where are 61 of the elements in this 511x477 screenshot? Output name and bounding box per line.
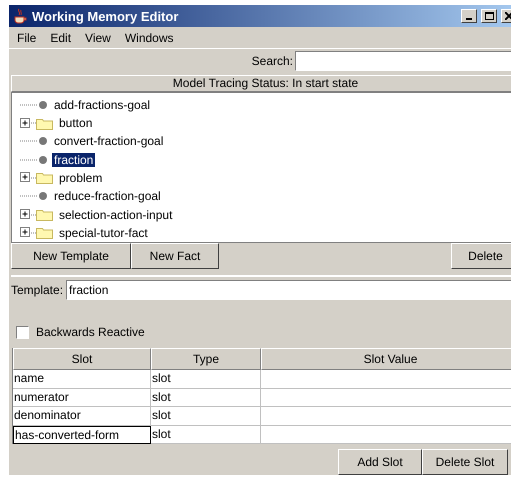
tree-line	[20, 104, 38, 106]
menu-item[interactable]: View	[79, 30, 117, 45]
tree-item[interactable]: reduce-fraction-goal	[52, 189, 163, 204]
new-fact-button[interactable]: New Fact	[131, 242, 219, 269]
folder-icon	[36, 171, 53, 184]
new-template-button[interactable]: New Template	[11, 242, 131, 269]
dot-icon	[38, 154, 48, 165]
tree-item[interactable]: button	[57, 116, 94, 130]
tree-item[interactable]: convert-fraction-goal	[52, 134, 166, 148]
table-cell: denominator	[13, 407, 151, 426]
template-field[interactable]: fraction	[66, 280, 511, 300]
cell-editor[interactable]: has-converted-form	[13, 426, 151, 444]
coffee-cup-icon	[12, 8, 28, 24]
folder-icon	[36, 226, 53, 240]
tree-item[interactable]: special-tutor-fact	[57, 226, 150, 240]
expand-icon[interactable]	[20, 118, 31, 129]
checkbox[interactable]	[16, 326, 29, 338]
table-cell: name	[13, 370, 151, 388]
expand-icon[interactable]	[20, 172, 31, 184]
column-header[interactable]: Type	[151, 348, 261, 370]
tree-item[interactable]: add-fractions-goal	[52, 98, 152, 112]
tree-line	[31, 232, 36, 234]
table-cell: numerator	[13, 388, 151, 407]
template-label: Template:	[11, 283, 64, 297]
column-header[interactable]: Slot Value	[261, 348, 511, 370]
maximize-icon	[484, 12, 494, 20]
minimize-button[interactable]	[461, 9, 477, 24]
folder-icon	[36, 208, 53, 222]
menu-item[interactable]: File	[11, 30, 42, 45]
status-header: Model Tracing Status: In start state	[11, 74, 511, 92]
close-icon	[505, 12, 511, 20]
dot-icon	[38, 136, 48, 146]
checkbox-label: Backwards Reactive	[36, 325, 145, 339]
table-cell: slot	[151, 370, 261, 388]
search-field[interactable]	[295, 51, 511, 72]
delete-button[interactable]: Delete	[451, 242, 511, 269]
dot-icon	[38, 191, 48, 202]
menu-item[interactable]: Windows	[118, 30, 180, 45]
tree-line	[31, 214, 36, 216]
table-cell: slot	[151, 388, 261, 407]
tree-line	[20, 158, 38, 161]
dot-icon	[38, 100, 48, 110]
maximize-button[interactable]	[481, 9, 497, 24]
tree-item[interactable]: selection-action-input	[57, 208, 174, 222]
tree-line	[20, 140, 38, 142]
tree-line	[31, 176, 36, 179]
table-cell: slot	[151, 407, 261, 426]
table-cell: slot	[151, 426, 261, 444]
menu-item[interactable]: Edit	[44, 30, 78, 45]
tree-item[interactable]: fraction	[52, 152, 96, 167]
expand-icon[interactable]	[20, 209, 31, 220]
tree-item[interactable]: problem	[57, 170, 104, 185]
column-header[interactable]: Slot	[13, 348, 151, 370]
tree-line	[31, 122, 36, 124]
expand-icon[interactable]	[20, 227, 31, 238]
search-label: Search:	[252, 54, 293, 68]
folder-icon	[36, 116, 53, 130]
delete-slot-button[interactable]: Delete Slot	[422, 449, 508, 475]
tree-line	[20, 195, 38, 198]
window-title: Working Memory Editor	[32, 8, 180, 24]
add-slot-button[interactable]: Add Slot	[338, 449, 422, 475]
